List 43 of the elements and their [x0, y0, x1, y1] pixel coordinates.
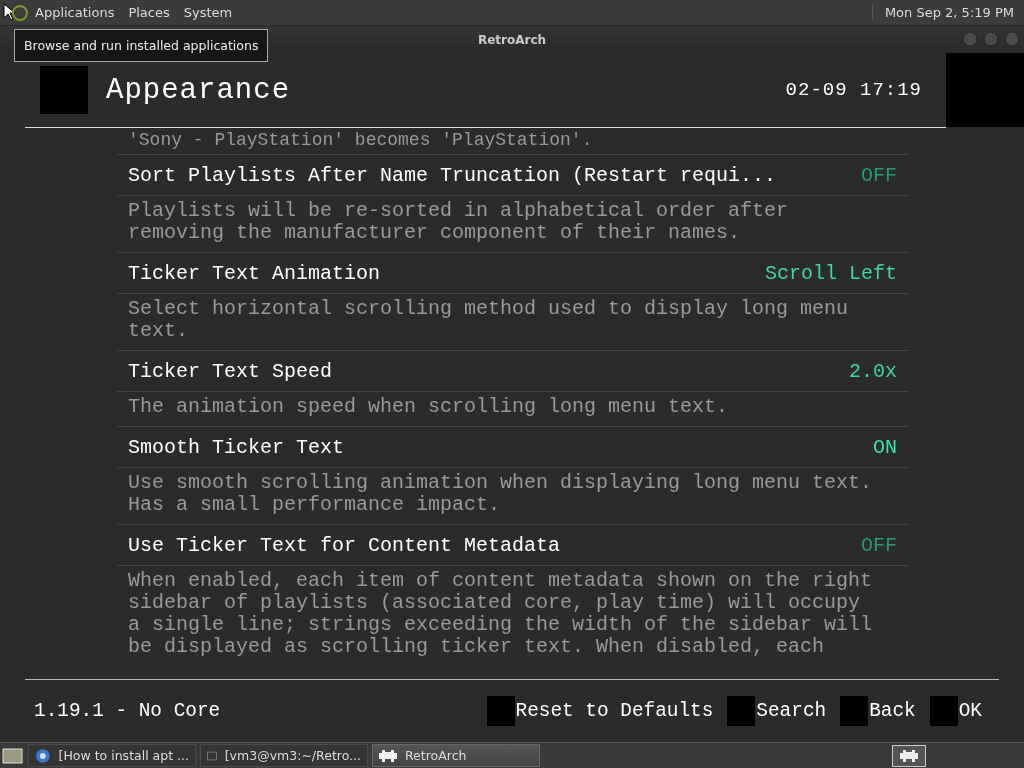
- square-icon: [840, 696, 869, 726]
- setting-description: Playlists will be re-sorted in alphabetical order after removing the manufacturer component of their names.: [127, 198, 790, 246]
- setting-description: 'Sony - PlayStation' becomes 'PlayStation'.: [127, 130, 594, 150]
- panel-menu[interactable]: System: [176, 5, 240, 20]
- invader-icon: [379, 749, 397, 762]
- show-desktop-icon[interactable]: [2, 745, 24, 766]
- window-title: RetroArch: [477, 32, 547, 47]
- panel-menu[interactable]: Applications: [28, 5, 122, 20]
- square-icon: [727, 696, 756, 726]
- menu-title: Appearance: [106, 73, 292, 107]
- setting-description: Use smooth scrolling animation when displaying long menu text. Has a small performance impact.: [127, 470, 874, 518]
- footer-action[interactable]: Search: [756, 700, 827, 722]
- setting-value[interactable]: 2.0x: [849, 359, 897, 383]
- footer-action[interactable]: Reset to Defaults: [515, 700, 714, 722]
- tray-invader-icon[interactable]: [892, 744, 926, 767]
- setting-value[interactable]: OFF: [861, 163, 897, 187]
- menu-clock: 02-09 17:19: [785, 79, 922, 101]
- setting-label[interactable]: Use Ticker Text for Content Metadata: [128, 533, 861, 557]
- setting-label[interactable]: Smooth Ticker Text: [128, 435, 873, 459]
- version-label: 1.19.1 - No Core: [33, 700, 222, 722]
- setting-description: The animation speed when scrolling long menu text.: [127, 394, 730, 420]
- setting-label[interactable]: Ticker Text Speed: [128, 359, 849, 383]
- square-icon: [486, 696, 515, 726]
- tooltip: Browse and run installed applications: [14, 29, 269, 62]
- setting-value[interactable]: OFF: [861, 533, 897, 557]
- taskbar-item[interactable]: [How to install apt ...: [28, 744, 196, 767]
- square-icon: [929, 696, 958, 726]
- footer-action[interactable]: OK: [958, 700, 982, 722]
- taskbar-item[interactable]: RetroArch: [372, 744, 540, 767]
- terminal-icon: [207, 748, 217, 763]
- footer-action[interactable]: Back: [869, 700, 916, 722]
- setting-label[interactable]: Ticker Text Animation: [128, 261, 765, 285]
- menu-logo-icon[interactable]: [2, 1, 28, 24]
- thumbnail-icon: [40, 66, 88, 114]
- panel-menu[interactable]: Places: [121, 5, 177, 20]
- setting-label[interactable]: Sort Playlists After Name Truncation (Restart requi...: [128, 163, 861, 187]
- taskbar-item[interactable]: [vm3@vm3:~/Retro...: [200, 744, 368, 767]
- browser-icon: [35, 747, 51, 764]
- panel-clock[interactable]: Mon Sep 2, 5:19 PM: [871, 5, 1024, 20]
- setting-value[interactable]: ON: [873, 435, 897, 459]
- setting-description: When enabled, each item of content metadata shown on the right sidebar of playlists (associated core, play time) will occupy a single line; strings exceeding the width of the sidebar will be displayed as scrolling ticker text. When disabled, each: [127, 568, 874, 660]
- setting-description: Select horizontal scrolling method used to display long menu text.: [127, 296, 850, 344]
- setting-value[interactable]: Scroll Left: [764, 261, 897, 285]
